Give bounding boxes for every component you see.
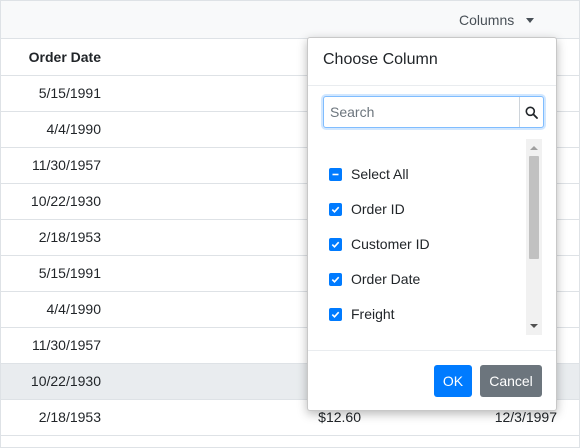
check-icon (331, 276, 340, 283)
cell-order-date: 4/4/1990 (46, 301, 102, 317)
search-button[interactable] (519, 97, 543, 127)
search-input[interactable] (325, 98, 519, 126)
checkbox-indeterminate[interactable] (329, 167, 342, 181)
column-option-label: Select All (351, 166, 409, 182)
divider (308, 85, 556, 86)
check-icon (331, 311, 340, 318)
scroll-down-icon[interactable] (530, 324, 538, 328)
cell-order-date: 11/30/1957 (31, 157, 101, 173)
caret-down-icon (526, 17, 535, 23)
scroll-up-icon[interactable] (530, 146, 538, 150)
cell-order-date: 11/30/1957 (31, 337, 101, 353)
columns-label: Columns (459, 12, 515, 28)
search-box (323, 96, 544, 128)
cell-order-date: 5/15/1991 (38, 85, 101, 101)
cell-order-date: 2/18/1953 (38, 229, 101, 245)
column-option-freight[interactable]: Freight (329, 303, 395, 325)
search-icon (525, 106, 538, 119)
scroll-thumb[interactable] (529, 156, 539, 259)
checkbox-checked[interactable] (329, 202, 342, 216)
column-option-select-all[interactable]: Select All (329, 163, 409, 185)
checkbox-checked[interactable] (329, 237, 342, 251)
check-icon (331, 241, 340, 248)
cancel-button[interactable]: Cancel (480, 365, 542, 397)
column-option-label: Order Date (351, 271, 421, 287)
columns-chooser-button[interactable]: Columns (459, 10, 535, 30)
check-icon (331, 206, 340, 213)
column-option-order-date[interactable]: Order Date (329, 268, 420, 290)
cell-order-date: 10/22/1930 (30, 373, 101, 389)
checkbox-checked[interactable] (329, 272, 342, 286)
grid-toolbar: Columns (1, 1, 579, 39)
checkbox-checked[interactable] (329, 307, 342, 321)
minus-icon (332, 173, 339, 175)
column-option-label: Order ID (351, 201, 405, 217)
column-option-label: Freight (351, 306, 395, 322)
column-list: Select All Order ID Customer ID Order Da… (323, 141, 543, 335)
cell-order-date: 4/4/1990 (46, 121, 102, 137)
ok-button[interactable]: OK (434, 365, 472, 397)
cell-order-date: 10/22/1930 (30, 193, 101, 209)
column-chooser-popup: Choose Column Select All Order ID (307, 37, 557, 411)
divider (308, 350, 556, 351)
cell-order-date: 2/18/1953 (38, 409, 101, 425)
column-option-label: Customer ID (351, 236, 430, 252)
column-option-customer-id[interactable]: Customer ID (329, 233, 430, 255)
header-order-date[interactable]: Order Date (1, 39, 101, 75)
vertical-scrollbar[interactable] (526, 139, 542, 335)
popup-title: Choose Column (323, 51, 438, 68)
cell-order-date: 5/15/1991 (38, 265, 101, 281)
column-option-order-id[interactable]: Order ID (329, 198, 405, 220)
